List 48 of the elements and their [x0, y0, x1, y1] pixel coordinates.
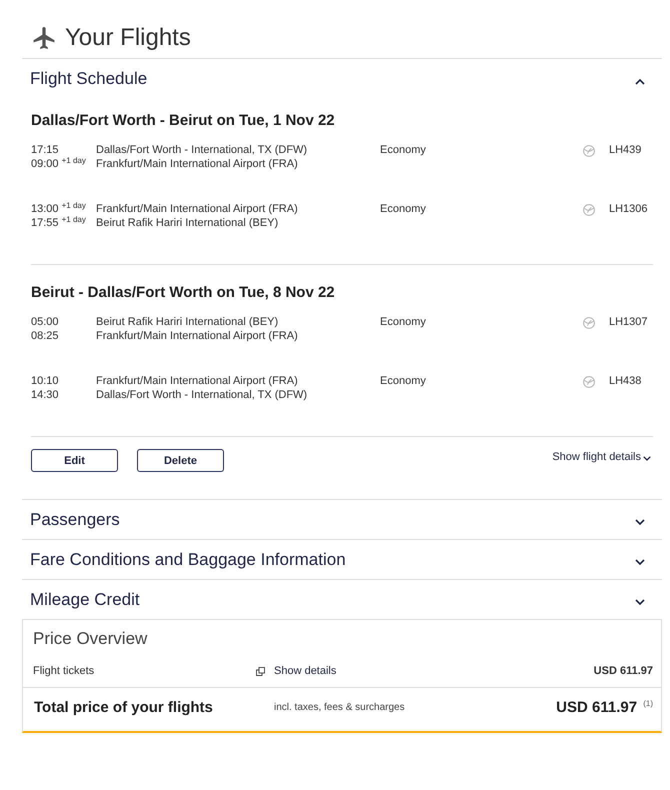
- arrival-time: 14:30: [31, 388, 60, 402]
- show-details-link[interactable]: Show details: [274, 664, 336, 678]
- origin-airport: Frankfurt/Main International Airport (FRA): [96, 203, 299, 216]
- bird-logo-icon: [583, 316, 595, 329]
- accordion-header[interactable]: Fare Conditions and Baggage Information: [22, 540, 662, 579]
- total-price-amount: USD 611.97 $^{(1)}$: [556, 698, 653, 718]
- edit-button[interactable]: Edit: [31, 449, 118, 472]
- accordion-header[interactable]: Mileage Credit: [22, 580, 662, 619]
- route-heading: Beirut - Dallas/Fort Worth on Tue, 8 Nov 22: [31, 284, 336, 302]
- departure-time: 17:15: [31, 144, 60, 158]
- overlapping-squares-icon: [256, 666, 265, 676]
- total-price-label: Total price of your flights: [34, 698, 214, 718]
- total-price-note: incl. taxes, fees & surcharges: [274, 701, 405, 715]
- arrival-time: 17:55 $^{+1 day}$: [31, 216, 87, 230]
- accordion-header[interactable]: Passengers: [22, 500, 662, 539]
- bird-logo-icon: [583, 376, 595, 388]
- price-overview-title: Price Overview: [32, 628, 148, 650]
- price-label: Flight tickets: [33, 664, 96, 678]
- cabin-class: Economy: [380, 144, 427, 158]
- arrival-time: 09:00 $^{+1 day}$: [31, 158, 87, 171]
- origin-airport: Beirut Rafik Hariri International (BEY): [96, 316, 280, 330]
- delete-button[interactable]: Delete: [137, 449, 224, 472]
- page-title: Your Flights: [65, 24, 191, 52]
- destination-airport: Dallas/Fort Worth - International, TX (DFW): [96, 388, 308, 402]
- flight-number: LH1307: [609, 316, 649, 330]
- departure-time: 05:00: [31, 316, 60, 330]
- bird-logo-icon: [583, 144, 595, 157]
- show-flight-details-link[interactable]: Show flight details: [552, 450, 651, 464]
- flight-number: LH439: [609, 144, 642, 158]
- cabin-class: Economy: [380, 316, 427, 330]
- departure-time: 10:10: [31, 375, 60, 388]
- destination-airport: Beirut Rafik Hariri International (BEY): [96, 216, 280, 230]
- origin-airport: Frankfurt/Main International Airport (FRA): [96, 375, 299, 388]
- plane-icon: [33, 27, 55, 49]
- price-amount: USD 611.97: [594, 664, 653, 678]
- destination-airport: Frankfurt/Main International Airport (FRA): [96, 158, 299, 171]
- cabin-class: Economy: [380, 375, 427, 388]
- cabin-class: Economy: [380, 203, 427, 216]
- destination-airport: Frankfurt/Main International Airport (FRA): [96, 330, 299, 343]
- chevron-down-icon: [643, 456, 651, 460]
- route-heading: Dallas/Fort Worth - Beirut on Tue, 1 Nov 22: [31, 112, 336, 130]
- arrival-time: 08:25: [31, 330, 60, 343]
- accordion-header[interactable]: Flight Schedule: [22, 59, 662, 99]
- flight-number: LH1306: [609, 203, 649, 216]
- bird-logo-icon: [583, 204, 595, 216]
- origin-airport: Dallas/Fort Worth - International, TX (DFW): [96, 144, 308, 158]
- departure-time: 13:00 $^{+1 day}$: [31, 203, 87, 216]
- flight-number: LH438: [609, 375, 642, 388]
